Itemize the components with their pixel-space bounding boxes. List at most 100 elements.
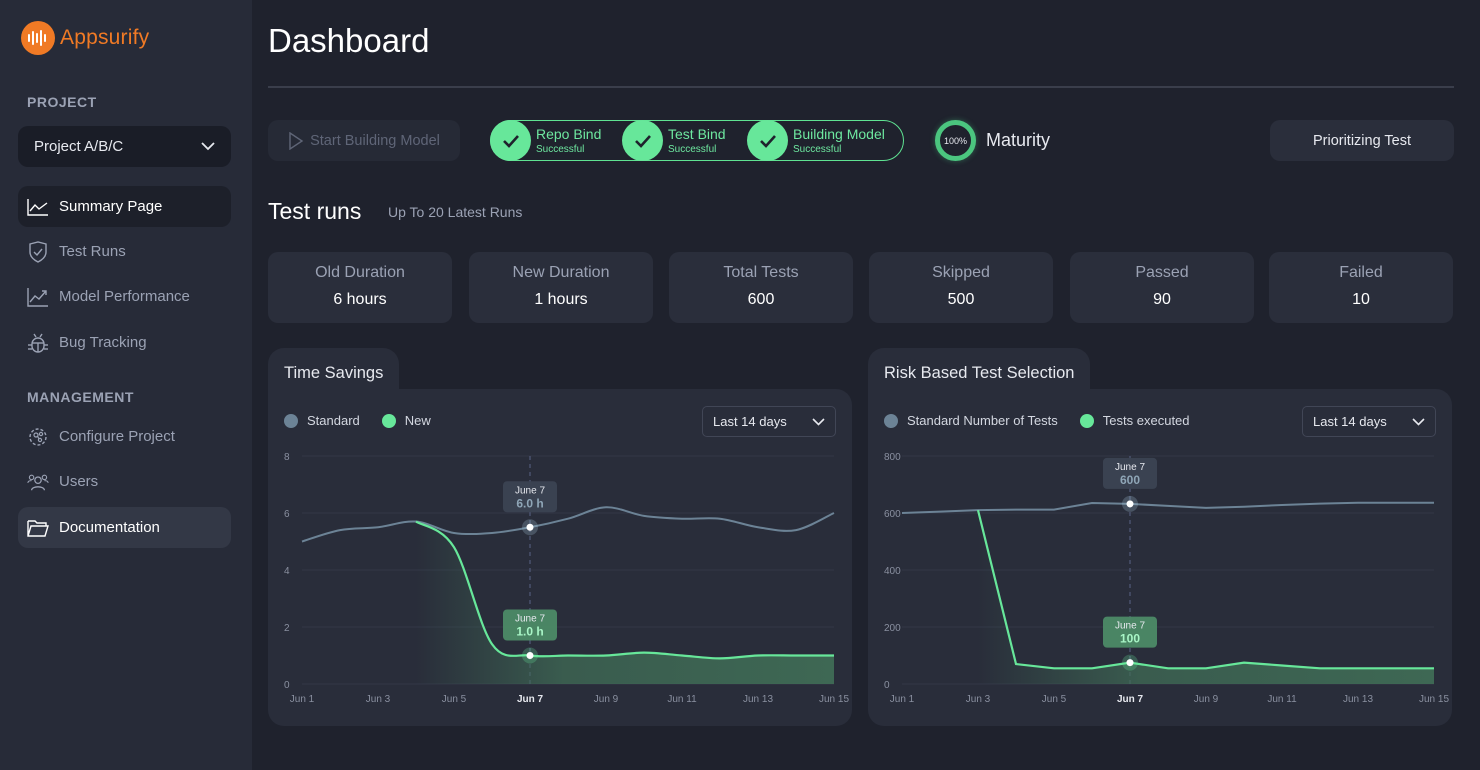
sidebar-item-summary-page[interactable]: Summary Page (18, 186, 231, 227)
risk-based-selection-chart: 0 200 400 600 800 Jun 1 Jun 3 Jun 5 Jun 7 Jun 9 Ju… (884, 452, 1449, 705)
sidebar-item-configure-project[interactable]: Configure Project (18, 416, 231, 457)
step-title: Test Bind (668, 125, 726, 142)
sidebar-item-model-performance[interactable]: Model Performance (18, 276, 231, 317)
x-tick-label: Jun 13 (1343, 694, 1373, 705)
check-icon (747, 120, 788, 161)
step-title: Repo Bind (536, 125, 602, 142)
maturity-ring: 100% (935, 120, 976, 161)
check-icon (490, 120, 531, 161)
sidebar-item-label: Users (59, 473, 99, 490)
stat-card-skipped: Skipped 500 (869, 252, 1053, 323)
stat-card-total-tests: Total Tests 600 (669, 252, 853, 323)
start-building-model-button[interactable]: Start Building Model (268, 120, 460, 161)
tooltip-value: 6.0 h (516, 496, 543, 510)
main-content: Dashboard Start Building Model Repo Bind… (252, 0, 1480, 770)
data-point (1126, 500, 1134, 508)
management-section-label: MANAGEMENT (27, 389, 134, 405)
stat-value: 10 (1352, 291, 1370, 308)
step-status: Successful (536, 143, 585, 155)
maturity-label: Maturity (986, 130, 1051, 150)
y-tick-label: 400 (884, 566, 901, 577)
tooltip-value: 100 (1120, 632, 1140, 646)
risk-based-test-selection-panel: Risk Based Test Selection Standard Numbe… (868, 348, 1452, 726)
stat-label: Passed (1135, 264, 1189, 281)
sidebar-item-users[interactable]: Users (18, 461, 231, 502)
y-tick-label: 800 (884, 452, 901, 463)
sidebar-item-bug-tracking[interactable]: Bug Tracking (18, 322, 231, 363)
panel-body: Standard New Last 14 days 0 2 4 6 8 Jun 1 Jun … (268, 389, 852, 726)
stat-label: Failed (1339, 264, 1383, 281)
stat-card-passed: Passed 90 (1070, 252, 1254, 323)
sidebar-item-label: Model Performance (59, 288, 190, 305)
line-chart-icon (27, 196, 49, 218)
x-tick-label: Jun 1 (890, 694, 915, 705)
x-tick-label: Jun 15 (1419, 694, 1449, 705)
tooltip-date: June 7 (1115, 462, 1145, 473)
sidebar-item-label: Configure Project (59, 428, 175, 445)
step-test-bind: Test Bind Successful (622, 120, 726, 161)
panel-body: Standard Number of Tests Tests executed … (868, 389, 1452, 726)
x-tick-label: Jun 1 (290, 694, 315, 705)
shield-check-icon (27, 240, 49, 263)
brand-logo[interactable]: Appsurify (21, 21, 149, 55)
sidebar-item-label: Test Runs (59, 243, 126, 260)
stat-label: Skipped (932, 264, 990, 281)
x-tick-label: Jun 5 (1042, 694, 1067, 705)
folder-icon (27, 517, 49, 539)
sidebar-item-test-runs[interactable]: Test Runs (18, 231, 231, 272)
x-tick-label: Jun 9 (1194, 694, 1219, 705)
x-tick-label: Jun 15 (819, 694, 849, 705)
tooltip-value: 1.0 h (516, 625, 543, 639)
sidebar-item-label: Documentation (59, 519, 160, 536)
step-building-model: Building Model Successful (747, 120, 885, 161)
sidebar-item-label: Bug Tracking (59, 334, 147, 351)
y-tick-label: 200 (884, 623, 901, 634)
stat-card-old-duration: Old Duration 6 hours (268, 252, 452, 323)
play-icon (289, 131, 304, 150)
tooltip-date: June 7 (515, 614, 545, 625)
sidebar-item-label: Summary Page (59, 198, 163, 215)
test-runs-title: Test runs (268, 198, 362, 224)
project-select-value: Project A/B/C (34, 138, 124, 155)
tooltip-value: 600 (1120, 473, 1140, 487)
y-tick-label: 4 (284, 566, 290, 577)
series-line-standard-number-of-tests (901, 501, 1434, 514)
step-status: Successful (793, 143, 842, 155)
step-status: Successful (668, 143, 717, 155)
x-tick-label: Jun 3 (366, 694, 391, 705)
prioritizing-test-button[interactable]: Prioritizing Test (1270, 120, 1454, 161)
header-divider (268, 86, 1454, 88)
series-area-new (416, 521, 834, 684)
sidebar: Appsurify PROJECT Project A/B/C Summary … (0, 0, 252, 770)
series-line-tests-executed (976, 509, 1434, 670)
build-steps: Repo Bind Successful Test Bind Successful … (490, 120, 904, 161)
x-tick-label: Jun 11 (667, 694, 697, 705)
stat-card-new-duration: New Duration 1 hours (469, 252, 653, 323)
stat-card-failed: Failed 10 (1269, 252, 1453, 323)
y-tick-label: 6 (284, 509, 290, 520)
stat-label: Old Duration (315, 264, 405, 281)
project-select[interactable]: Project A/B/C (18, 126, 231, 167)
brand-name: Appsurify (60, 26, 150, 49)
data-point (1126, 659, 1134, 667)
stat-value: 500 (947, 291, 975, 308)
logo-icon (21, 21, 55, 55)
maturity-indicator: 100% Maturity (935, 120, 1050, 161)
gear-network-icon (27, 426, 49, 448)
y-tick-label: 8 (284, 452, 290, 463)
stat-label: Total Tests (723, 264, 799, 281)
x-tick-label: Jun 11 (1267, 694, 1297, 705)
bug-icon (27, 332, 49, 354)
x-tick-label: Jun 5 (442, 694, 467, 705)
series-area-tests-executed (978, 510, 1434, 684)
y-tick-label: 600 (884, 509, 901, 520)
stat-label: New Duration (512, 264, 610, 281)
test-runs-subtitle: Up To 20 Latest Runs (388, 204, 523, 220)
check-icon (622, 120, 663, 161)
start-building-model-label: Start Building Model (310, 132, 440, 149)
sidebar-item-documentation[interactable]: Documentation (18, 507, 231, 548)
tooltip-date: June 7 (515, 485, 545, 496)
x-tick-label: Jun 13 (743, 694, 773, 705)
x-tick-label: Jun 3 (966, 694, 991, 705)
data-point (526, 523, 534, 531)
